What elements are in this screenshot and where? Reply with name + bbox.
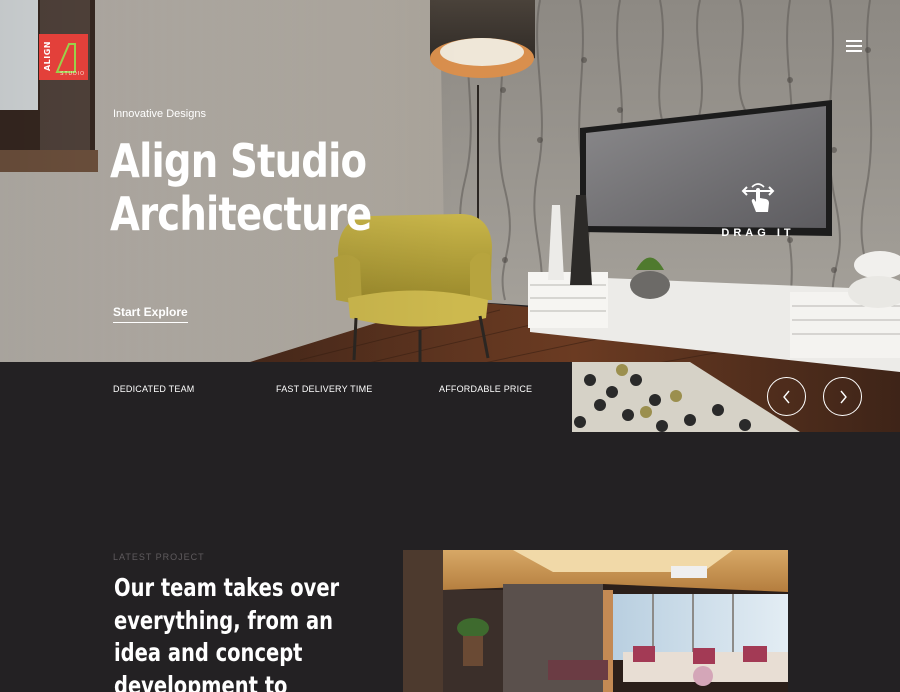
swipe-hand-icon [741, 183, 775, 212]
hero-title: Align Studio Architecture [110, 134, 372, 241]
hamburger-icon-line [846, 50, 862, 52]
hero-title-line-2: Architecture [110, 187, 372, 241]
headline-line: everything, from an [114, 605, 334, 635]
drag-label: DRAG IT [721, 227, 795, 239]
headline-line: idea and concept [114, 638, 303, 667]
project-photo [403, 550, 788, 692]
feature-dedicated-team: DEDICATED TEAM [113, 384, 195, 394]
headline-line: development to [114, 670, 288, 692]
start-explore-link[interactable]: Start Explore [113, 305, 188, 323]
section-headline: Our team takes over everything, from an … [114, 572, 340, 692]
slider-next-button[interactable] [823, 377, 862, 416]
slider-prev-button[interactable] [767, 377, 806, 416]
hero-eyebrow: Innovative Designs [113, 108, 206, 120]
feature-affordable-price: AFFORDABLE PRICE [439, 384, 533, 394]
logo-subtext: STUDIO [60, 71, 85, 77]
chevron-left-icon [782, 390, 790, 403]
section-kicker: LATEST PROJECT [113, 552, 205, 562]
hamburger-icon-line [846, 45, 862, 47]
hero-title-line-1: Align Studio [110, 134, 367, 188]
drag-hint[interactable]: DRAG IT [718, 182, 798, 239]
feature-strip [0, 362, 572, 432]
chevron-right-icon [839, 390, 847, 403]
headline-line: Our team takes over [114, 573, 340, 602]
feature-fast-delivery: FAST DELIVERY TIME [276, 384, 373, 394]
brand-logo[interactable]: ALIGN STUDIO [39, 34, 88, 80]
hamburger-icon [846, 40, 862, 42]
project-image[interactable] [403, 550, 788, 692]
hamburger-menu-button[interactable] [846, 40, 862, 52]
